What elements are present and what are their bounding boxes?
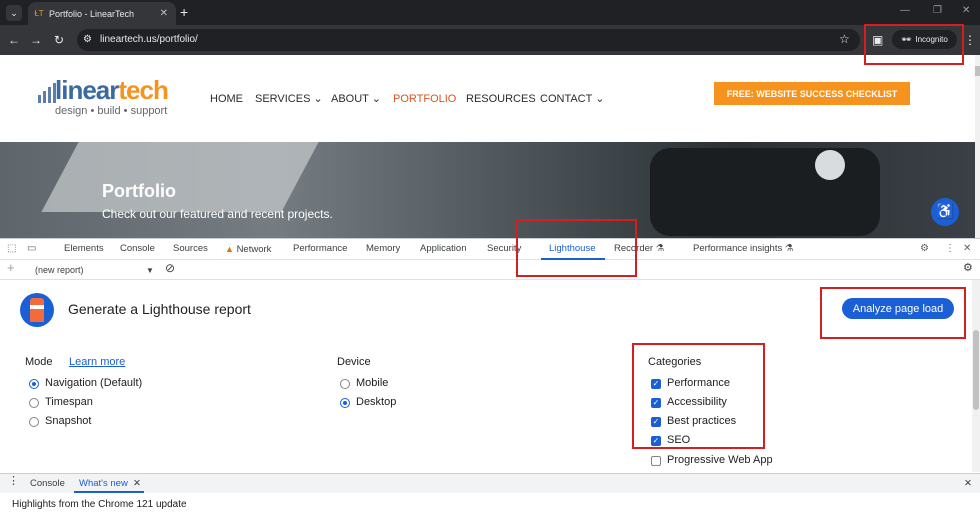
tab-network[interactable]: ▲ Network [225,243,271,256]
lighthouse-settings-icon[interactable]: ⚙ [963,263,973,274]
device-heading: Device [337,356,371,368]
logo-tagline: design • build • support [55,105,168,117]
devtools-scrollbar-thumb[interactable] [973,330,979,410]
nav-resources[interactable]: RESOURCES [466,92,536,106]
new-report-plus-icon[interactable]: + [7,261,15,274]
nav-contact[interactable]: CONTACT ⌄ [540,92,604,106]
drawer-tab-console[interactable]: Console [30,478,65,489]
annotation-box-incognito [864,24,964,65]
device-desktop-label: Desktop [356,396,397,408]
page-scrollbar-thumb[interactable] [975,66,980,76]
logo-bars-icon [38,83,56,103]
devtools-drawer [0,473,980,493]
radio-selected[interactable] [29,378,39,389]
device-mobile-label: Mobile [356,377,389,389]
tab-performance[interactable]: Performance [293,243,347,255]
window-close-icon[interactable]: ✕ [962,5,970,16]
mode-timespan-option[interactable]: Timespan [29,396,93,409]
hero-camera-image [650,148,880,236]
logo-linear: linear [55,75,119,105]
mode-snapshot-option[interactable]: Snapshot [29,415,91,428]
annotation-box-analyze-button [820,287,966,339]
inspect-element-icon[interactable]: ⬚ [7,243,16,255]
nav-services[interactable]: SERVICES ⌄ [255,92,323,106]
restore-icon[interactable]: ❐ [933,5,942,16]
mode-timespan-label: Timespan [45,396,93,408]
tab-sources[interactable]: Sources [173,243,208,255]
tab-console[interactable]: Console [120,243,155,255]
page-scrollbar[interactable] [975,55,980,238]
category-pwa-label: Progressive Web App [667,454,773,466]
reload-icon[interactable]: ↻ [54,33,64,47]
tab-performance-insights-label: Performance insights [693,243,783,254]
hero-laptop-image [41,142,319,212]
logo-tech: tech [118,75,168,105]
minimize-icon[interactable]: — [900,5,910,16]
bookmark-star-icon[interactable]: ☆ [839,32,850,46]
tab-elements[interactable]: Elements [64,243,104,255]
lighthouse-tower-icon [30,298,44,322]
drawer-active-indicator [74,491,144,493]
radio-unselected[interactable] [340,378,350,389]
hero-camera-dial [815,150,845,180]
checkbox-unchecked-icon[interactable] [651,455,661,466]
learn-more-link[interactable]: Learn more [69,356,125,369]
tab-title: Portfolio - LinearTech [49,8,135,19]
drawer-close-icon[interactable]: ✕ [964,478,972,489]
device-desktop-option[interactable]: Desktop [340,396,396,409]
new-tab-button[interactable]: + [180,4,188,20]
devtools-settings-icon[interactable]: ⚙ [920,243,929,255]
drawer-tab-close-icon[interactable]: ✕ [133,478,141,489]
mode-snapshot-label: Snapshot [45,415,92,427]
drawer-menu-icon[interactable]: ⋮ [8,476,19,487]
hero-subtitle: Check out our featured and recent projec… [102,207,333,221]
mode-navigation-option[interactable]: Navigation (Default) [29,377,142,390]
clear-reports-icon[interactable]: ⊘ [165,262,175,274]
url-text[interactable]: lineartech.us/portfolio/ [100,33,198,47]
report-select-arrow-icon[interactable]: ▼ [146,265,154,276]
nav-home[interactable]: HOME [210,92,243,106]
devtools-close-icon[interactable]: ✕ [963,243,971,255]
tab-close-icon[interactable]: ✕ [160,8,168,19]
tab-performance-insights[interactable]: Performance insights ⚗ [693,243,793,255]
mode-navigation-label: Navigation (Default) [45,377,143,389]
tab-application[interactable]: Application [420,243,466,255]
favicon-icon: ⱢT [34,8,44,18]
radio-selected[interactable] [340,397,350,408]
tab-network-label: Network [236,244,272,255]
devtools-menu-icon[interactable]: ⋮ [945,243,955,255]
device-mobile-option[interactable]: Mobile [340,377,388,390]
nav-about[interactable]: ABOUT ⌄ [331,92,381,106]
radio-unselected[interactable] [29,397,39,408]
lighthouse-stripe [30,305,44,309]
tab-search-button[interactable]: ⌄ [6,5,22,21]
site-info-icon[interactable]: ⚙ [83,33,92,47]
mode-heading: Mode [25,356,53,368]
device-toolbar-icon[interactable]: ▭ [27,243,36,255]
lighthouse-title: Generate a Lighthouse report [68,301,251,317]
radio-unselected[interactable] [29,416,39,427]
browser-menu-icon[interactable]: ⋮ [964,33,976,47]
warning-icon: ▲ [225,244,234,254]
back-icon[interactable]: ← [8,33,20,47]
browser-tab[interactable]: ⱢT Portfolio - LinearTech ✕ [28,2,176,25]
annotation-box-categories [632,343,765,449]
drawer-tab-whats-new[interactable]: What's new [79,478,128,489]
forward-icon[interactable]: → [30,33,42,47]
tab-memory[interactable]: Memory [366,243,400,255]
checklist-cta-button[interactable]: FREE: WEBSITE SUCCESS CHECKLIST [714,82,910,105]
experiment-flask-icon: ⚗ [655,243,665,254]
category-pwa-option[interactable]: Progressive Web App [651,454,773,467]
whats-new-text: Highlights from the Chrome 121 update [12,499,187,510]
accessibility-icon[interactable]: ♿ [931,198,959,226]
experiment-flask-icon: ⚗ [784,243,794,254]
annotation-box-lighthouse-tab [516,219,637,277]
report-select[interactable]: (new report) [35,265,84,276]
nav-portfolio[interactable]: PORTFOLIO [393,92,456,106]
hero-title: Portfolio [102,181,176,201]
site-logo[interactable]: lineartech [55,75,169,105]
